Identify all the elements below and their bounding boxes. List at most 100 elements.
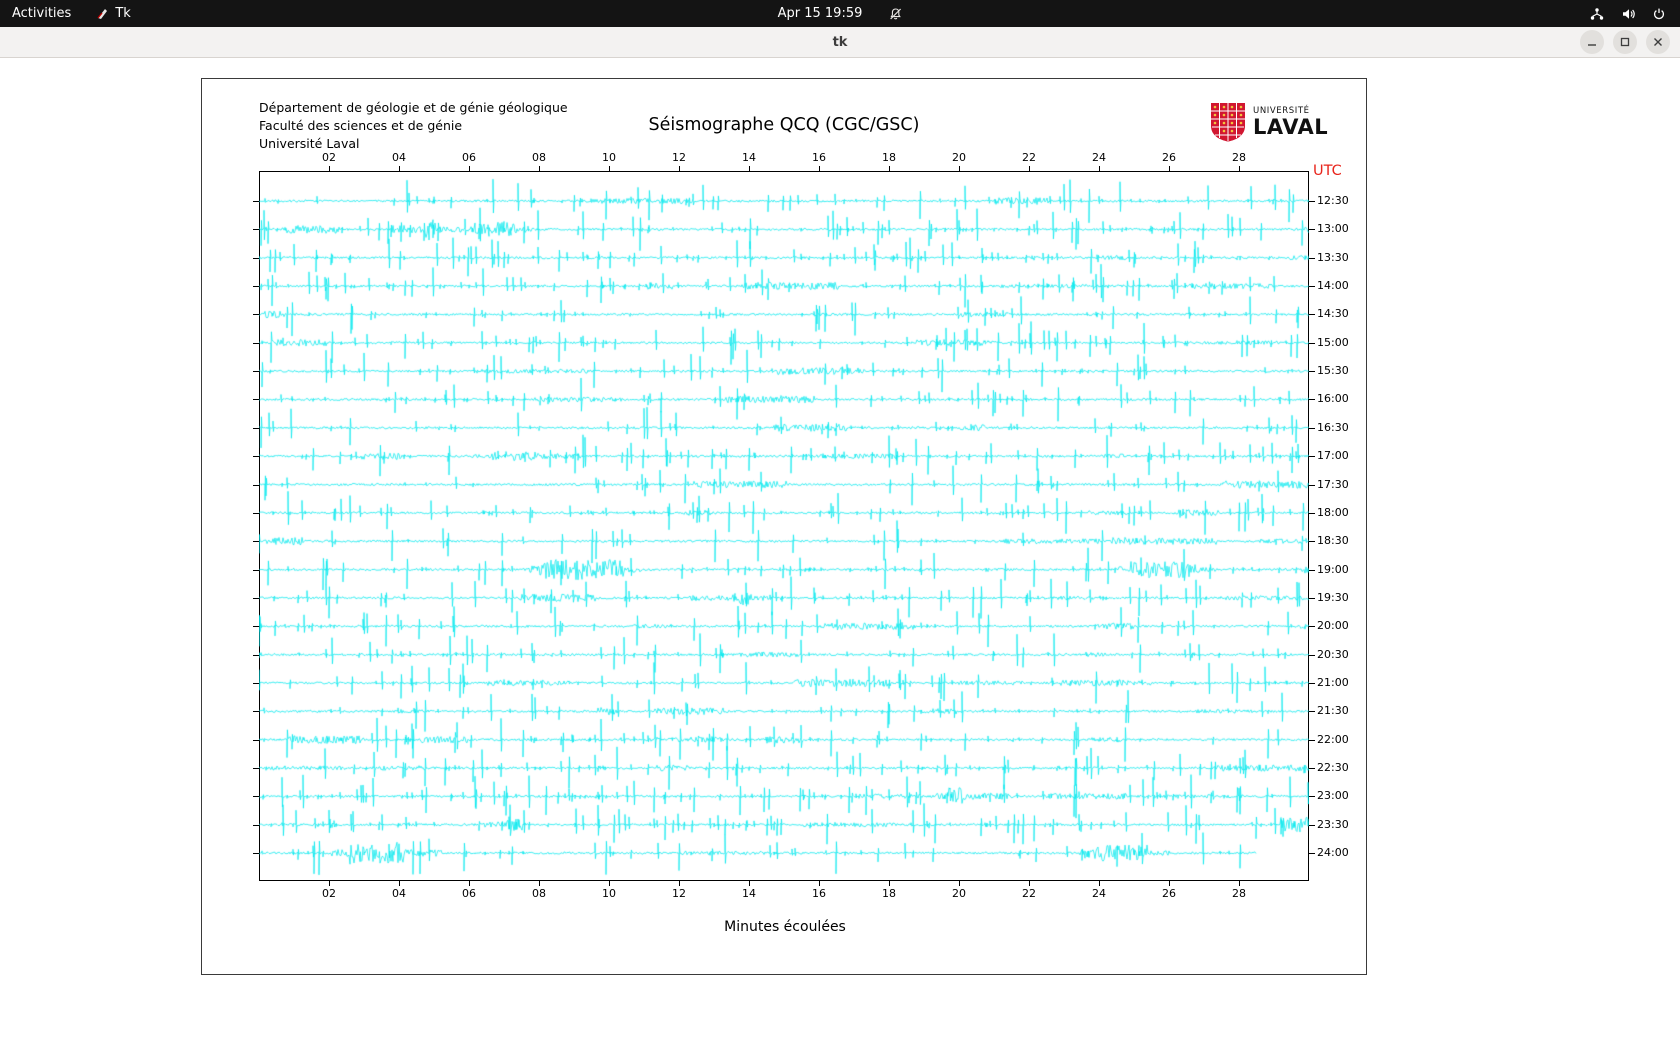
trace-tick-mark bbox=[253, 654, 259, 656]
trace-tick-mark bbox=[253, 201, 259, 202]
activities-button[interactable]: Activities bbox=[12, 6, 71, 21]
page-title: Séismographe QCQ (CGC/GSC) bbox=[648, 115, 920, 135]
x-tick-label: 18 bbox=[882, 151, 896, 164]
maximize-icon bbox=[1620, 37, 1630, 47]
trace-tick-mark bbox=[253, 427, 259, 429]
x-tick-mark bbox=[399, 881, 400, 886]
trace-time-label: 23:30 bbox=[1317, 817, 1349, 831]
trace-tick-mark bbox=[1309, 399, 1315, 401]
x-tick-mark bbox=[1099, 166, 1100, 171]
x-tick-mark bbox=[1239, 881, 1240, 886]
x-tick-label: 22 bbox=[1022, 151, 1036, 164]
minimize-button[interactable] bbox=[1580, 30, 1604, 54]
utc-label: UTC bbox=[1313, 163, 1342, 179]
x-tick-label: 16 bbox=[812, 151, 826, 164]
x-tick-label: 02 bbox=[322, 887, 336, 900]
seismograph-panel: Département de géologie et de génie géol… bbox=[201, 78, 1367, 975]
x-tick-mark bbox=[749, 881, 750, 886]
trace-time-label: 18:30 bbox=[1317, 534, 1349, 548]
trace-tick-mark bbox=[1309, 541, 1315, 543]
clock-button[interactable]: Apr 15 19:59 bbox=[778, 6, 903, 21]
trace-tick-mark bbox=[1309, 682, 1315, 684]
x-tick-label: 10 bbox=[602, 151, 616, 164]
x-tick-label: 06 bbox=[462, 151, 476, 164]
trace-tick-mark bbox=[1309, 739, 1315, 741]
network-icon bbox=[1590, 7, 1604, 20]
x-tick-label: 06 bbox=[462, 887, 476, 900]
x-tick-mark bbox=[1099, 881, 1100, 886]
minimize-icon bbox=[1588, 44, 1596, 46]
x-tick-label: 28 bbox=[1232, 151, 1246, 164]
x-tick-label: 20 bbox=[952, 151, 966, 164]
trace-tick-mark bbox=[253, 711, 259, 713]
trace-time-label: 16:00 bbox=[1317, 392, 1349, 406]
trace-time-label: 22:30 bbox=[1317, 761, 1349, 774]
trace-tick-mark bbox=[253, 597, 259, 599]
trace-tick-mark bbox=[1309, 456, 1315, 458]
x-tick-label: 14 bbox=[742, 887, 756, 900]
x-tick-label: 28 bbox=[1232, 887, 1246, 900]
trace-time-label: 21:30 bbox=[1317, 704, 1349, 718]
x-tick-label: 22 bbox=[1022, 887, 1036, 900]
trace-time-label: 20:30 bbox=[1317, 647, 1349, 661]
x-tick-label: 12 bbox=[672, 151, 686, 164]
x-tick-label: 08 bbox=[532, 151, 546, 164]
x-tick-label: 20 bbox=[952, 887, 966, 900]
x-tick-mark bbox=[469, 166, 470, 171]
x-tick-mark bbox=[609, 881, 610, 886]
universite-laval-logo: UNIVERSITÉ LAVAL bbox=[1210, 102, 1328, 142]
x-tick-mark bbox=[889, 881, 890, 886]
trace-tick-mark bbox=[253, 286, 259, 288]
tk-app-indicator[interactable]: Tk bbox=[95, 6, 131, 21]
x-tick-mark bbox=[1029, 166, 1030, 171]
trace-tick-mark bbox=[1309, 768, 1315, 769]
trace-tick-mark bbox=[1309, 286, 1315, 288]
system-status-area[interactable] bbox=[1585, 0, 1670, 27]
trace-tick-mark bbox=[1309, 711, 1315, 713]
x-tick-label: 10 bbox=[602, 887, 616, 900]
trace-time-label: 22:00 bbox=[1317, 732, 1349, 746]
trace-time-label: 19:00 bbox=[1317, 562, 1349, 576]
x-tick-mark bbox=[1169, 166, 1170, 171]
trace-tick-mark bbox=[253, 456, 259, 458]
trace-time-label: 15:00 bbox=[1317, 335, 1349, 349]
trace-time-label: 17:00 bbox=[1317, 449, 1349, 463]
x-tick-mark bbox=[609, 166, 610, 171]
x-tick-mark bbox=[539, 881, 540, 886]
top-bar: Activities Tk Apr 15 19:59 bbox=[0, 0, 1680, 27]
trace-tick-mark bbox=[253, 484, 259, 486]
clock-label: Apr 15 19:59 bbox=[777, 6, 863, 21]
tk-icon bbox=[97, 8, 108, 19]
x-tick-mark bbox=[399, 166, 400, 171]
trace-tick-mark bbox=[1309, 597, 1315, 599]
x-tick-label: 26 bbox=[1162, 887, 1176, 900]
trace-time-label: 12:30 bbox=[1317, 194, 1349, 207]
trace-tick-mark bbox=[253, 399, 259, 401]
trace-time-label: 24:00 bbox=[1317, 846, 1349, 860]
trace-time-label: 13:30 bbox=[1317, 250, 1349, 264]
trace-time-label: 18:00 bbox=[1317, 505, 1349, 519]
window-title: tk bbox=[832, 35, 848, 50]
trace-time-label: 20:00 bbox=[1317, 619, 1349, 633]
trace-tick-mark bbox=[1309, 569, 1315, 571]
x-tick-label: 14 bbox=[742, 151, 756, 164]
volume-icon bbox=[1623, 8, 1635, 19]
trace-time-label: 13:00 bbox=[1317, 222, 1349, 236]
x-tick-label: 04 bbox=[392, 887, 406, 900]
x-tick-label: 12 bbox=[672, 887, 686, 900]
x-axis-label: Minutes écoulées bbox=[724, 919, 846, 935]
trace-tick-mark bbox=[1309, 512, 1315, 514]
trace-time-label: 23:00 bbox=[1317, 789, 1349, 803]
x-tick-mark bbox=[959, 166, 960, 171]
trace-tick-mark bbox=[253, 853, 259, 855]
x-tick-label: 16 bbox=[812, 887, 826, 900]
maximize-button[interactable] bbox=[1613, 30, 1637, 54]
institution-line: Université Laval bbox=[259, 136, 360, 151]
close-button[interactable] bbox=[1646, 30, 1670, 54]
x-tick-mark bbox=[679, 881, 680, 886]
trace-time-label: 19:30 bbox=[1317, 590, 1349, 604]
laval-shield-icon bbox=[1211, 103, 1245, 142]
trace-tick-mark bbox=[1309, 371, 1315, 373]
trace-time-label: 14:00 bbox=[1317, 279, 1349, 293]
trace-tick-mark bbox=[253, 768, 259, 769]
